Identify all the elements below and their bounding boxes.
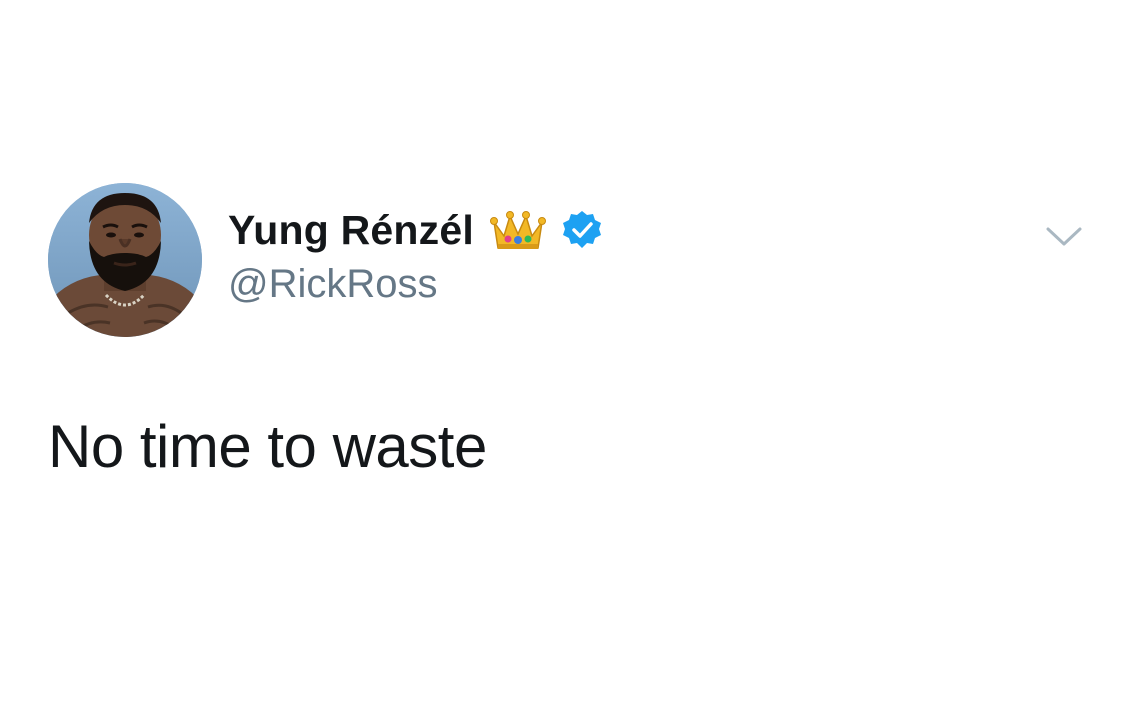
crown-icon (489, 206, 546, 254)
author-display-name[interactable]: Yung Rénzél (228, 207, 474, 254)
author-name-row: Yung Rénzél (228, 204, 602, 256)
tweet-text: No time to waste (48, 413, 487, 480)
avatar[interactable] (48, 183, 202, 337)
verified-badge-icon (562, 210, 602, 250)
tweet-card: Yung Rénzél @RickRoss No time to waste (0, 0, 1125, 724)
author-handle[interactable]: @RickRoss (228, 262, 438, 307)
chevron-down-icon[interactable] (1044, 224, 1084, 250)
avatar-photo (48, 183, 202, 337)
